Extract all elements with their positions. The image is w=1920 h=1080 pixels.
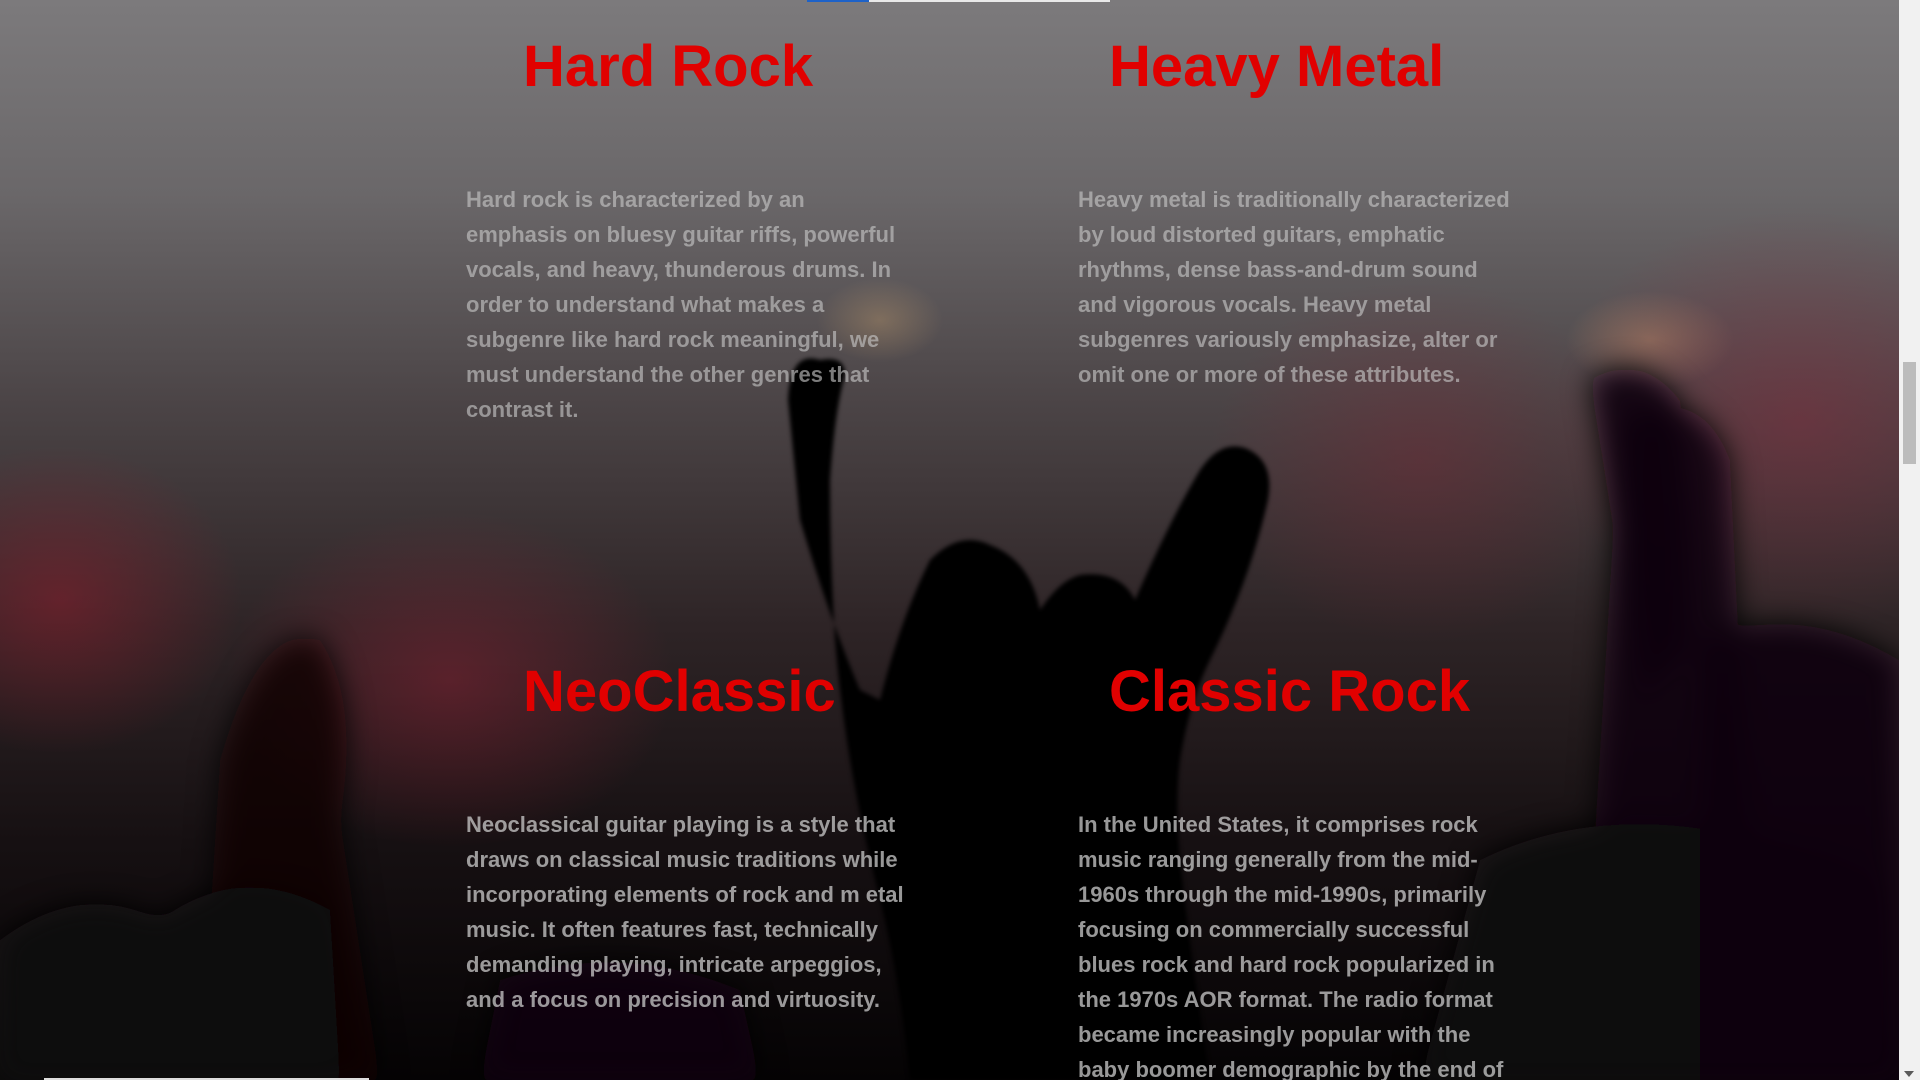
top-nav-indicator	[807, 0, 1110, 2]
genre-title-wrap: NeoClassic	[466, 657, 906, 727]
genre-title: Hard Rock	[523, 34, 814, 99]
genre-description: Heavy metal is traditionally characteriz…	[1078, 187, 1510, 387]
genre-description-wrap: In the United States, it comprises rock …	[1078, 807, 1518, 1080]
genre-description: Neoclassical guitar playing is a style t…	[466, 812, 904, 1012]
page: Hard Rock Hard rock is characterized by …	[0, 0, 1920, 1080]
genre-card-neoclassic: NeoClassic Neoclassical guitar playing i…	[466, 657, 906, 1017]
genre-card-hard-rock: Hard Rock Hard rock is characterized by …	[466, 32, 906, 427]
genre-title: Classic Rock	[1109, 659, 1471, 724]
genre-description-wrap: Hard rock is characterized by an emphasi…	[466, 182, 906, 427]
chevron-down-icon[interactable]	[1904, 1071, 1914, 1077]
scrollbar-thumb[interactable]	[1903, 362, 1916, 464]
genre-description: In the United States, it comprises rock …	[1078, 812, 1504, 1080]
genre-title-wrap: Hard Rock	[466, 32, 906, 102]
genre-description-wrap: Heavy metal is traditionally characteriz…	[1078, 182, 1518, 392]
genre-description-wrap: Neoclassical guitar playing is a style t…	[466, 807, 906, 1017]
rock-hand-silhouette	[0, 358, 1899, 1080]
genre-title-wrap: Heavy Metal	[1078, 32, 1518, 102]
top-nav-indicator-active	[807, 0, 869, 2]
genre-card-heavy-metal: Heavy Metal Heavy metal is traditionally…	[1078, 32, 1518, 392]
genre-title: NeoClassic	[523, 659, 836, 724]
vertical-scrollbar[interactable]	[1899, 0, 1920, 1080]
genre-title-wrap: Classic Rock	[1078, 657, 1518, 727]
genre-card-classic-rock: Classic Rock In the United States, it co…	[1078, 657, 1518, 1080]
genre-title: Heavy Metal	[1109, 34, 1445, 99]
genre-description: Hard rock is characterized by an emphasi…	[466, 187, 896, 422]
